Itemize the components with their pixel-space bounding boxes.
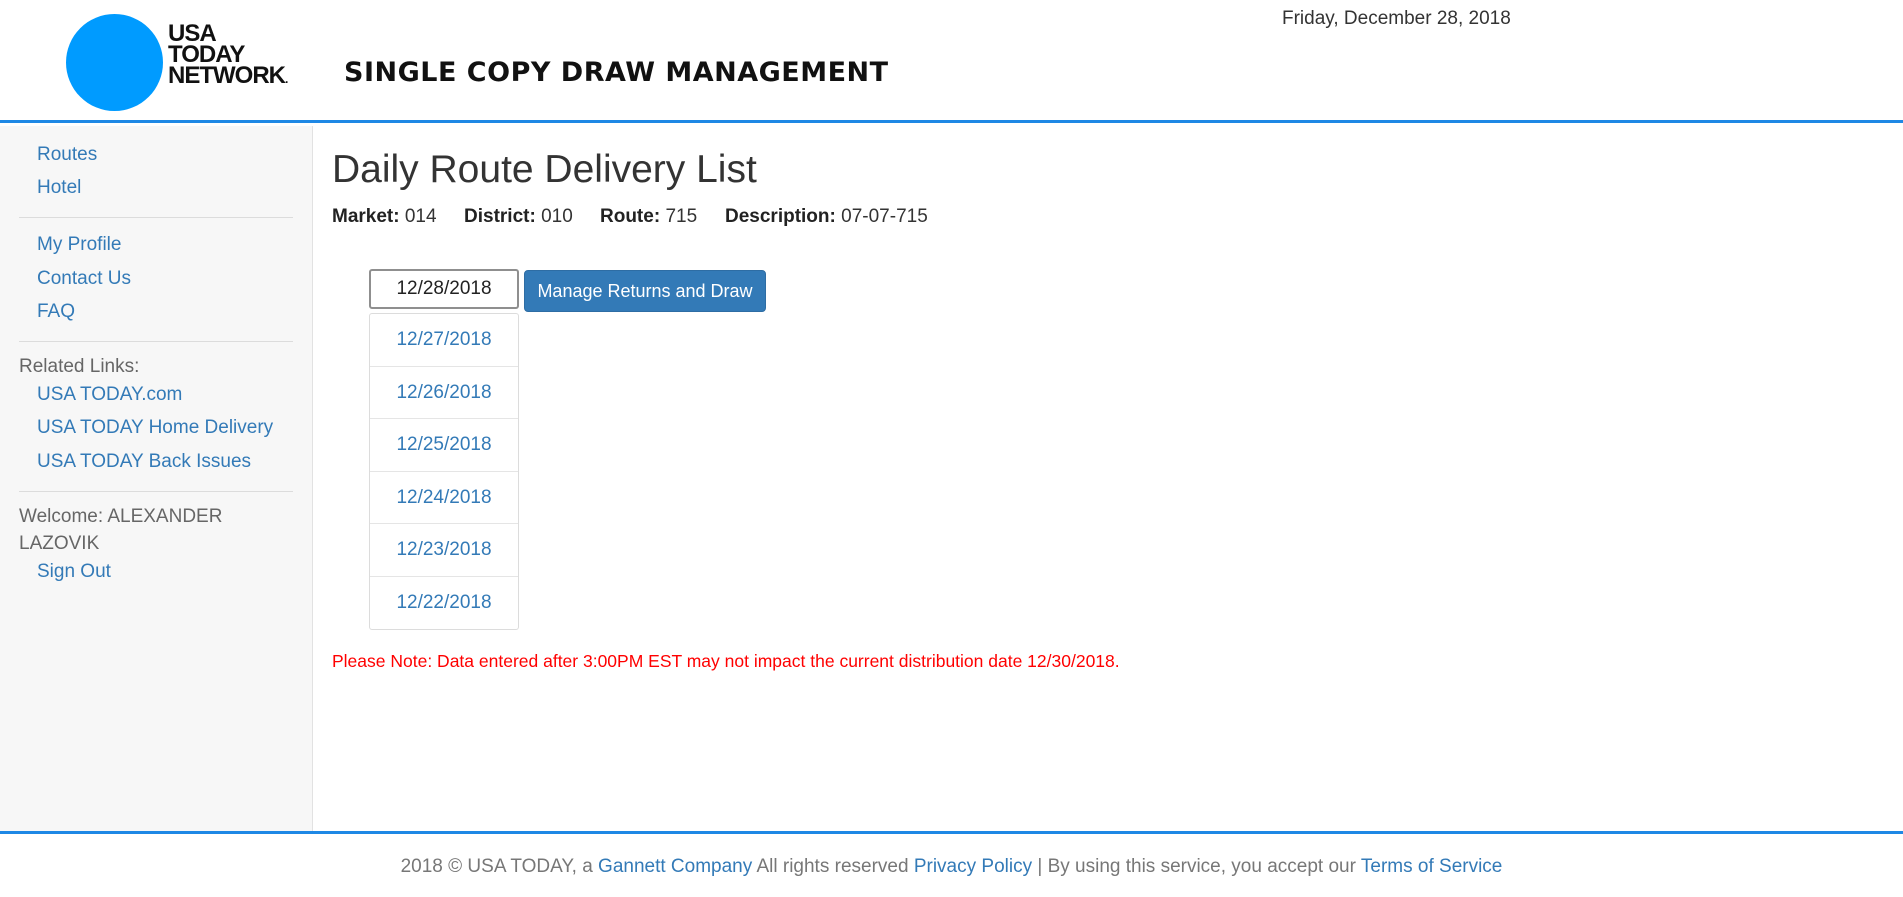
district-label: District: (464, 206, 536, 227)
welcome-text: Welcome: ALEXANDER LAZOVIK (19, 503, 222, 557)
terms-of-service-link[interactable]: Terms of Service (1361, 856, 1502, 877)
usa-today-network-logo[interactable]: USA TODAY NETWORK. (168, 22, 289, 90)
sign-out-link[interactable]: Sign Out (37, 561, 111, 583)
date-option[interactable]: 12/25/2018 (370, 419, 518, 472)
sidebar-divider (19, 491, 293, 492)
market-value: 014 (404, 206, 437, 227)
footer-text: 2018 © USA TODAY, a Gannett Company All … (0, 856, 1903, 878)
description-label: Description: (725, 206, 836, 227)
logo-mark: . (284, 72, 289, 86)
route-value: 715 (665, 206, 698, 227)
usa-today-logo-circle[interactable] (66, 14, 163, 111)
date-option[interactable]: 12/27/2018 (370, 314, 518, 367)
current-date: Friday, December 28, 2018 (1282, 8, 1511, 29)
welcome-line-1: Welcome: ALEXANDER (19, 506, 223, 527)
description-info: Description: 07-07-715 (725, 206, 928, 228)
app-title: SINGLE COPY DRAW MANAGEMENT (344, 57, 889, 88)
sidebar-divider (19, 341, 293, 342)
sidebar-link-home-delivery[interactable]: USA TODAY Home Delivery (37, 417, 273, 439)
date-option[interactable]: 12/24/2018 (370, 472, 518, 524)
delivery-date-input[interactable]: 12/28/2018 (369, 269, 519, 309)
route-label: Route: (600, 206, 661, 227)
district-value: 010 (541, 206, 573, 227)
sidebar-link-faq[interactable]: FAQ (37, 301, 75, 323)
footer-copyright: 2018 © USA TODAY, a (400, 856, 593, 877)
distribution-note: Please Note: Data entered after 3:00PM E… (332, 651, 1120, 671)
sidebar-link-usatoday-com[interactable]: USA TODAY.com (37, 384, 182, 406)
related-links-label: Related Links: (19, 356, 140, 377)
date-dropdown-list: 12/27/2018 12/26/2018 12/25/2018 12/24/2… (369, 313, 519, 630)
market-label: Market: (332, 206, 400, 227)
description-value: 07-07-715 (841, 206, 928, 227)
sidebar-link-routes[interactable]: Routes (37, 144, 97, 166)
privacy-policy-link[interactable]: Privacy Policy (914, 856, 1032, 877)
date-option[interactable]: 12/22/2018 (370, 577, 518, 630)
date-option[interactable]: 12/26/2018 (370, 367, 518, 419)
footer-rights: All rights reserved (756, 856, 909, 877)
manage-returns-and-draw-button[interactable]: Manage Returns and Draw (524, 270, 766, 312)
site-footer: 2018 © USA TODAY, a Gannett Company All … (0, 831, 1903, 897)
date-option[interactable]: 12/23/2018 (370, 524, 518, 577)
page-title: Daily Route Delivery List (332, 148, 757, 191)
sidebar-link-contact-us[interactable]: Contact Us (37, 268, 131, 290)
market-info: Market: 014 (332, 206, 437, 228)
site-header: USA TODAY NETWORK. SINGLE COPY DRAW MANA… (0, 0, 1903, 123)
sidebar-link-my-profile[interactable]: My Profile (37, 234, 121, 256)
logo-line-network: NETWORK. (168, 62, 289, 89)
route-info: Route: 715 (600, 206, 697, 228)
footer-accept-text: | By using this service, you accept our (1037, 856, 1356, 877)
gannett-company-link[interactable]: Gannett Company (598, 856, 752, 877)
sidebar-divider (19, 217, 293, 218)
welcome-line-2: LAZOVIK (19, 533, 100, 554)
sidebar: Routes Hotel My Profile Contact Us FAQ R… (0, 126, 313, 831)
sidebar-link-back-issues[interactable]: USA TODAY Back Issues (37, 451, 251, 473)
sidebar-link-hotel[interactable]: Hotel (37, 177, 81, 199)
district-info: District: 010 (464, 206, 573, 228)
